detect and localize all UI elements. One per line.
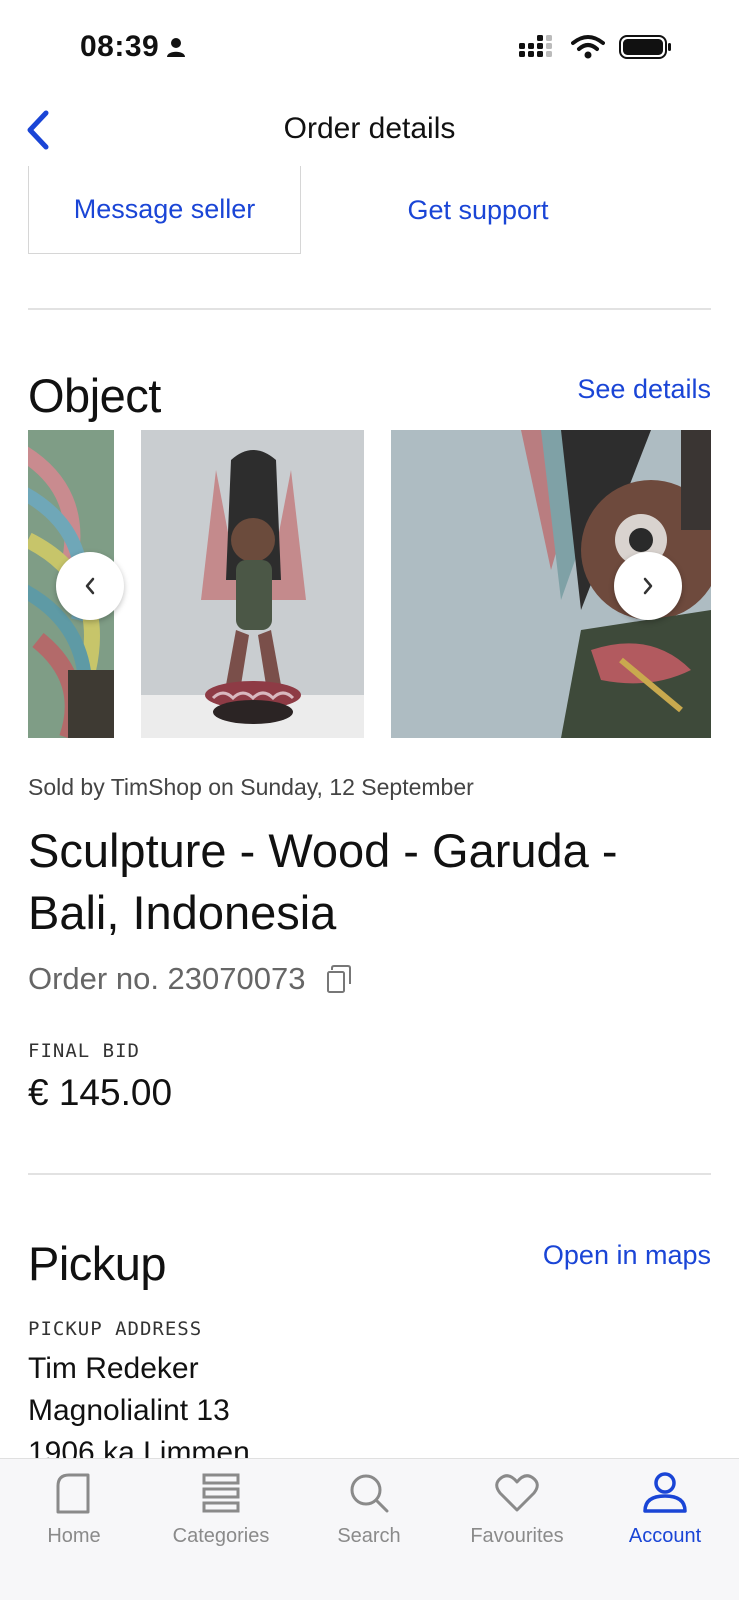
tab-account[interactable]: Account — [591, 1459, 739, 1600]
order-actions: Message seller Get support — [28, 166, 711, 254]
status-icons — [519, 34, 673, 60]
pickup-section-title: Pickup — [28, 1237, 167, 1290]
account-icon — [641, 1469, 689, 1517]
tab-label: Account — [628, 1525, 702, 1547]
gallery-prev-button[interactable] — [56, 552, 124, 620]
status-time-text: 08:39 — [80, 30, 160, 63]
final-bid-value: € 145.00 — [28, 1072, 173, 1113]
message-seller-button[interactable]: Message seller — [28, 166, 301, 254]
image-gallery[interactable] — [28, 430, 711, 738]
tab-label: Home — [47, 1525, 101, 1547]
tab-label: Categories — [172, 1525, 270, 1547]
page-title: Order details — [283, 112, 456, 145]
see-details-link[interactable]: See details — [577, 374, 711, 405]
get-support-button[interactable]: Get support — [328, 166, 628, 254]
gallery-image[interactable] — [141, 430, 364, 738]
copy-icon[interactable] — [326, 965, 352, 993]
status-time: 08:39 — [80, 30, 187, 64]
gallery-next-button[interactable] — [614, 552, 682, 620]
sold-by-text: Sold by TimShop on Sunday, 12 September — [28, 774, 474, 800]
status-bar: 08:39 — [0, 0, 739, 100]
object-section-title: Object — [28, 369, 161, 422]
heart-icon — [493, 1469, 541, 1517]
item-title: Sculpture - Wood - Garuda - Bali, Indone… — [28, 824, 618, 939]
address-line: Magnolialint 13 — [28, 1394, 230, 1427]
tab-label: Search — [337, 1525, 401, 1547]
battery-icon — [619, 35, 671, 59]
open-in-maps-link[interactable]: Open in maps — [543, 1240, 711, 1271]
navigation-bar: Order details — [0, 100, 739, 160]
divider — [28, 308, 711, 310]
home-icon — [50, 1469, 98, 1517]
categories-icon — [197, 1469, 245, 1517]
order-number-text: Order no. 23070073 — [28, 961, 306, 996]
address-line: Tim Redeker — [28, 1352, 199, 1385]
garuda-figure-image — [141, 430, 364, 738]
divider — [28, 1173, 711, 1175]
tab-favourites[interactable]: Favourites — [443, 1459, 591, 1600]
tab-home[interactable]: Home — [0, 1459, 148, 1600]
chevron-left-icon — [85, 577, 95, 595]
tab-categories[interactable]: Categories — [147, 1459, 295, 1600]
chevron-right-icon — [643, 577, 653, 595]
search-icon — [345, 1469, 393, 1517]
cellular-signal-icon — [519, 35, 552, 57]
final-bid-label: FINAL BID — [28, 1040, 140, 1062]
tab-bar: Home Categories Search Favourites Accoun… — [0, 1458, 739, 1600]
tab-label: Favourites — [470, 1525, 564, 1547]
wifi-icon — [571, 35, 605, 59]
order-number: Order no. 23070073 — [28, 961, 352, 997]
pickup-address-label: PICKUP ADDRESS — [28, 1318, 203, 1340]
tab-search[interactable]: Search — [295, 1459, 443, 1600]
person-icon — [167, 38, 186, 57]
